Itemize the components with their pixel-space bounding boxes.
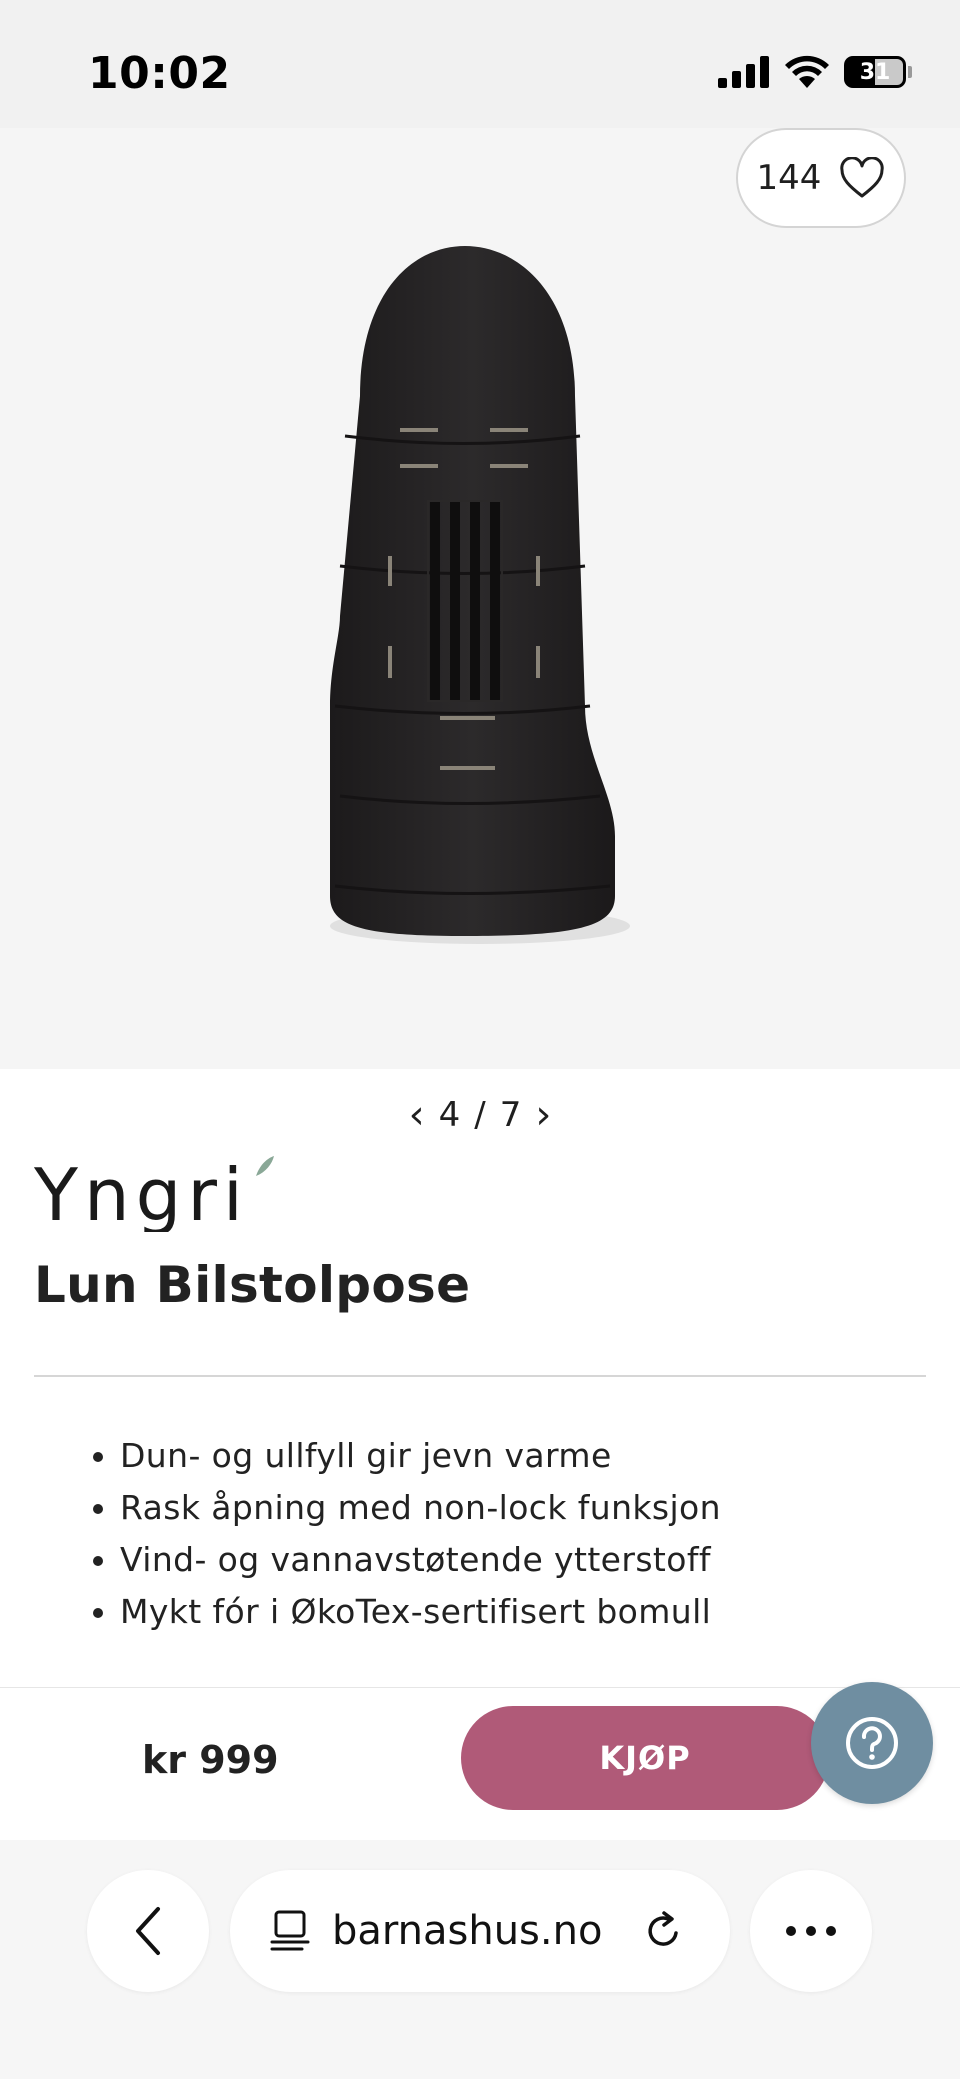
image-pager: ‹ 4 / 7 › <box>0 1090 960 1140</box>
chevron-left-icon[interactable]: ‹ <box>409 1092 425 1138</box>
purchase-bar-divider <box>0 1687 960 1688</box>
wifi-icon <box>785 55 829 88</box>
battery-icon: 31 <box>844 56 906 88</box>
status-bar: 10:02 31 <box>0 0 960 128</box>
favorite-count: 144 <box>756 158 822 198</box>
signal-icon <box>718 56 769 88</box>
battery-level: 31 <box>859 59 891 85</box>
feature-list: Dun- og ullfyll gir jevn varme Rask åpni… <box>82 1430 721 1638</box>
brand-logo-text: Yngri <box>34 1154 249 1232</box>
feature-item: Dun- og ullfyll gir jevn varme <box>120 1430 721 1482</box>
pager-separator: / <box>474 1095 486 1135</box>
brand-logo[interactable]: Yngri <box>34 1154 284 1232</box>
favorite-button[interactable]: 144 <box>736 128 906 228</box>
product-title: Lun Bilstolpose <box>34 1256 471 1314</box>
pager-current: 4 <box>438 1095 461 1135</box>
more-button[interactable] <box>750 1870 872 1992</box>
heart-icon <box>840 157 885 198</box>
pager-total: 7 <box>499 1095 522 1135</box>
url-text: barnashus.no <box>332 1908 603 1954</box>
more-icon <box>786 1926 836 1936</box>
product-gallery[interactable]: 144 <box>0 128 960 1069</box>
status-icons: 31 <box>718 52 912 92</box>
address-bar[interactable]: barnashus.no <box>230 1870 730 1992</box>
browser-toolbar: barnashus.no <box>0 1840 960 2079</box>
chevron-left-icon <box>136 1907 160 1955</box>
feature-item: Mykt fór i ØkoTex-sertifisert bomull <box>120 1586 721 1638</box>
product-price: kr 999 <box>142 1738 279 1782</box>
feature-item: Rask åpning med non-lock funksjon <box>120 1482 721 1534</box>
chevron-right-icon[interactable]: › <box>535 1092 551 1138</box>
buy-button[interactable]: KJØP <box>461 1706 829 1810</box>
feature-item: Vind- og vannavstøtende ytterstoff <box>120 1534 721 1586</box>
back-button[interactable] <box>87 1870 209 1992</box>
help-button[interactable] <box>811 1682 933 1804</box>
status-time: 10:02 <box>88 48 231 99</box>
section-divider <box>34 1375 926 1377</box>
reader-mode-icon[interactable] <box>270 1909 310 1953</box>
reload-icon[interactable] <box>642 1909 686 1953</box>
help-icon <box>846 1717 898 1769</box>
product-image <box>330 246 630 944</box>
